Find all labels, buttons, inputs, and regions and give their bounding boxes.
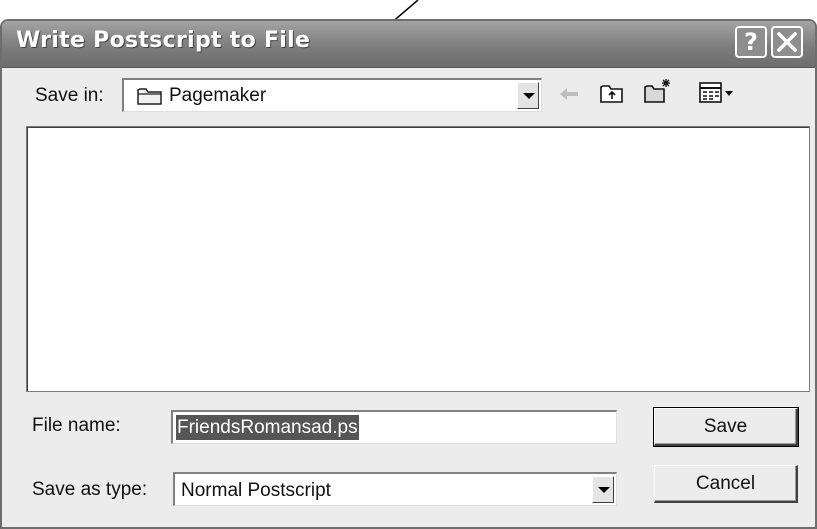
cancel-button[interactable]: Cancel	[654, 465, 798, 503]
back-arrow-icon[interactable]	[558, 84, 580, 104]
file-name-label: File name:	[32, 415, 121, 436]
file-list[interactable]	[26, 126, 810, 392]
file-name-value: FriendsRomansad.ps	[176, 415, 359, 440]
chevron-down-icon[interactable]	[517, 82, 539, 109]
save-as-type-label: Save as type:	[32, 479, 148, 500]
save-as-type-value: Normal Postscript	[181, 480, 331, 501]
create-new-folder-icon[interactable]	[643, 77, 673, 105]
folder-icon	[137, 88, 162, 105]
close-button[interactable]	[771, 26, 803, 58]
save-dialog: Write Postscript to File ? Save in: Page…	[0, 19, 817, 529]
save-as-type-dropdown[interactable]: Normal Postscript	[173, 472, 617, 506]
save-in-dropdown[interactable]: Pagemaker	[122, 78, 542, 112]
save-button[interactable]: Save	[653, 407, 799, 447]
close-icon	[777, 32, 797, 52]
title-bar: Write Postscript to File ?	[2, 21, 815, 68]
save-in-label: Save in:	[35, 85, 104, 106]
help-button[interactable]: ?	[735, 26, 767, 58]
view-menu-icon[interactable]	[699, 82, 735, 104]
chevron-down-icon[interactable]	[592, 476, 614, 503]
save-in-value: Pagemaker	[169, 85, 267, 106]
up-one-level-icon[interactable]	[599, 81, 625, 105]
file-name-input[interactable]: FriendsRomansad.ps	[171, 410, 617, 444]
window-title: Write Postscript to File	[16, 28, 311, 53]
